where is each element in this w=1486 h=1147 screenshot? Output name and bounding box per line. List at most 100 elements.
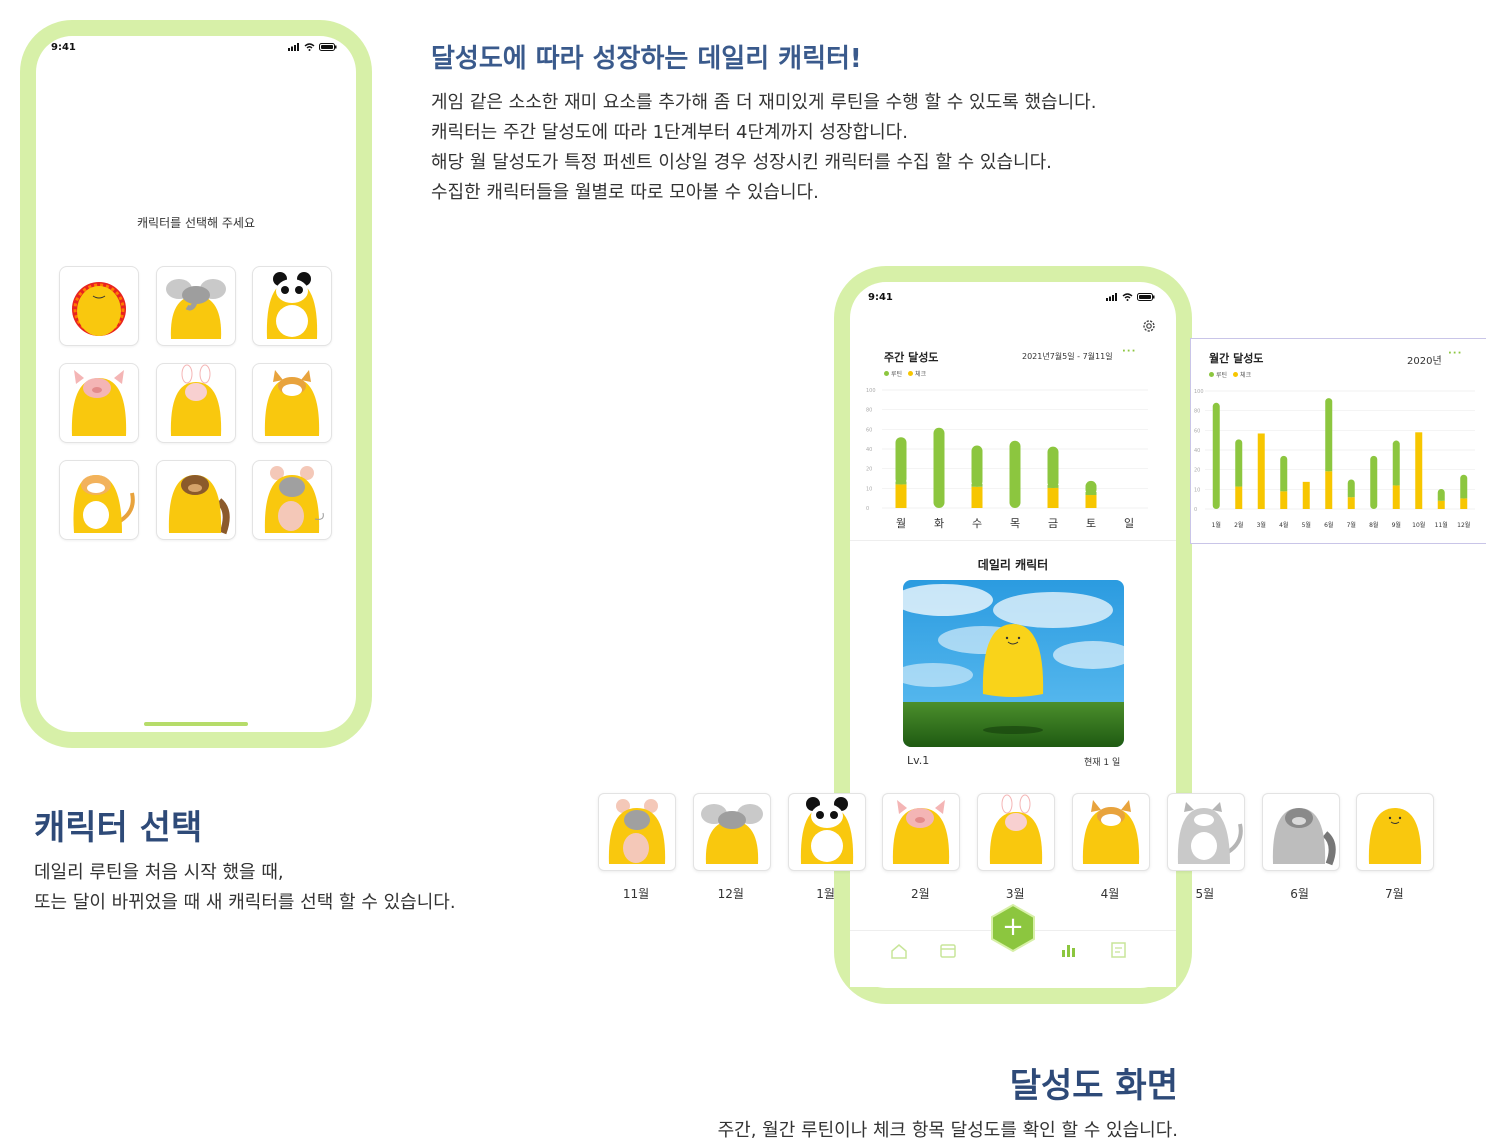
daily-character-scene[interactable] [903,580,1124,747]
weekly-chart-title: 주간 달성도 [884,351,939,364]
stats-icon[interactable] [1060,942,1078,958]
achievement-section-title: 달성도 화면 [1009,1066,1178,1106]
x-tick-label: 4월 [1279,521,1288,529]
gear-icon[interactable] [1141,318,1157,334]
bar-routine [1460,474,1468,499]
calendar-icon[interactable] [939,942,957,959]
divider [850,540,1176,541]
x-tick-label: 3월 [1257,521,1266,529]
bar-check [971,486,983,508]
bar-check [1280,491,1288,509]
y-tick-label: 20 [866,467,872,473]
legend-check: 체크 [908,369,926,378]
battery-icon [1137,293,1155,301]
character-mouse-icon [608,799,666,864]
y-tick-label: 10 [866,486,872,492]
character-cat-grey-icon [1177,802,1243,864]
bar-check [1460,498,1468,509]
character-option-raccoon[interactable] [156,460,236,540]
legend-routine: 루틴 [884,369,902,378]
bar-routine [1212,402,1220,509]
monthly-legend: 루틴 체크 [1209,370,1251,379]
y-tick-label: 80 [866,408,872,414]
character-option-cat[interactable] [59,460,139,540]
legend-check: 체크 [1233,370,1251,379]
bar-joint [1392,482,1400,486]
daily-character-title: 데일리 캐릭터 [977,558,1049,572]
bar-check [1437,500,1445,509]
status-icons [1106,293,1155,301]
add-button-label: + [1002,912,1024,942]
character-option-rabbit[interactable] [156,363,236,443]
y-tick-label: 40 [866,447,872,453]
bar-routine [933,427,945,508]
x-tick-label: 2월 [1234,521,1243,529]
bar-joint [1347,494,1355,498]
collection-card-rabbit[interactable] [977,793,1056,871]
bar-check [1302,481,1310,509]
achievement-section-desc: 주간, 월간 루틴이나 체크 항목 달성도를 확인 할 수 있습니다. [717,1120,1178,1141]
collection-card-mouse[interactable] [598,793,676,871]
intro-line: 해당 월 달성도가 특정 퍼센트 이상일 경우 성장시킨 캐릭터를 수집 할 수… [431,152,1052,173]
intro-line: 수집한 캐릭터들을 월별로 따로 모아볼 수 있습니다. [431,182,819,203]
monthly-chart-range: 2020년 [1407,356,1442,367]
collection-month-label: 7월 [1385,887,1404,901]
signal-icon [1106,293,1117,301]
add-button[interactable]: + [989,903,1037,953]
collection-month-label: 1월 [816,887,835,901]
character-option-pig[interactable] [59,363,139,443]
collection-card-elephant[interactable] [692,793,771,871]
y-tick-label: 40 [1194,448,1200,454]
intro-line: 캐릭터는 주간 달성도에 따라 1단계부터 4단계까지 성장합니다. [431,122,908,143]
collection-card-plain[interactable] [1356,793,1435,871]
collection-card-pig[interactable] [882,793,961,871]
y-tick-label: 10 [1194,487,1200,493]
select-section-desc: 데일리 루틴을 처음 시작 했을 때, 또는 달이 바뀌었을 때 새 캐릭터를 … [34,858,456,918]
character-option-lion[interactable] [59,266,139,346]
y-tick-label: 100 [1194,389,1204,395]
bar-check [1085,495,1097,508]
bar-routine [971,445,983,487]
character-raccoon-grey-icon [1272,808,1336,866]
character-level: Lv.1 [907,754,930,767]
status-icons [288,43,337,51]
character-elephant-icon [700,804,763,864]
select-prompt: 캐릭터를 선택해 주세요 [136,216,256,230]
collection-card-cat-grey[interactable] [1166,793,1245,871]
character-option-mouse[interactable] [252,460,332,540]
x-tick-label: 일 [1124,516,1134,530]
monthly-more-icon[interactable]: ··· [1448,348,1462,359]
bar-joint [1280,488,1288,492]
character-option-shiba[interactable] [252,363,332,443]
character-pig-icon [893,800,950,864]
bar-check [1347,497,1355,509]
bar-check [1047,487,1059,508]
y-tick-label: 80 [1194,409,1200,415]
bar-routine [1047,446,1059,488]
memo-icon[interactable] [1110,941,1128,959]
y-tick-label: 60 [1194,428,1200,434]
phone-screen-achievement: 9:41 주간 달성도 2021년7월5일 - 7월11일 ··· 루틴 체크 … [850,282,1176,988]
weekly-legend: 루틴 체크 [884,369,926,378]
collection-card-shiba[interactable] [1072,793,1150,871]
collection-month-label: 2월 [911,887,930,901]
y-tick-label: 20 [1194,468,1200,474]
character-rabbit-icon [990,794,1043,864]
y-tick-label: 60 [866,427,872,433]
bar-joint [1325,468,1333,472]
character-option-panda[interactable] [252,266,332,346]
signal-icon [288,43,299,51]
x-tick-label: 수 [972,517,982,530]
x-tick-label: 9월 [1392,521,1401,529]
battery-icon [319,43,337,51]
character-option-elephant[interactable] [156,266,236,346]
home-icon[interactable] [890,943,908,959]
collection-card-raccoon-grey[interactable] [1261,793,1340,871]
collection-card-panda[interactable] [787,793,866,871]
weekly-bar-chart: 10080604020100월 화 수 목 금 토 일 [866,388,1148,530]
bar-check [1392,485,1400,509]
weekly-more-icon[interactable]: ··· [1122,346,1136,357]
bar-routine [1235,439,1243,487]
y-tick-label: 0 [866,506,869,512]
bar-routine [1280,455,1288,492]
